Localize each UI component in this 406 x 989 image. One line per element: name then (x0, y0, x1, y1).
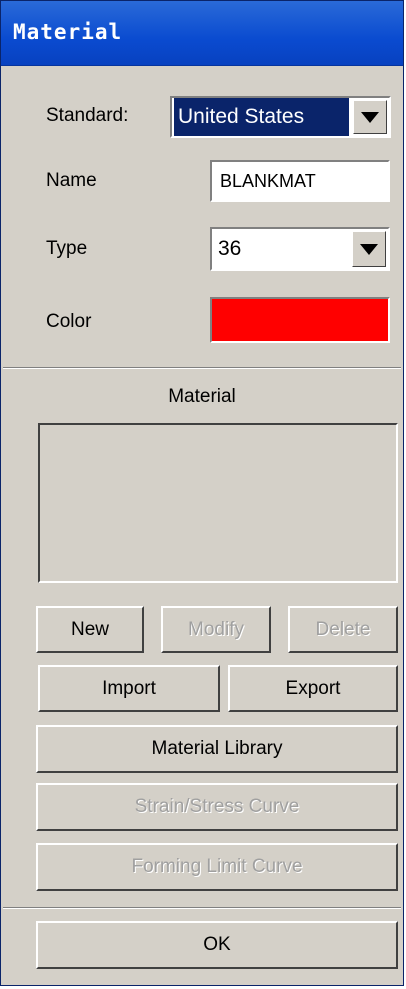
forming-limit-curve-button[interactable]: Forming Limit Curve (36, 843, 398, 891)
export-button[interactable]: Export (228, 665, 398, 712)
new-button[interactable]: New (36, 606, 144, 653)
separator (3, 907, 401, 909)
type-label: Type (46, 238, 88, 259)
type-value: 36 (218, 237, 242, 260)
window-title: Material (13, 20, 123, 44)
title-bar[interactable]: Material (1, 1, 403, 66)
name-input[interactable]: BLANKMAT (210, 160, 390, 202)
standard-value: United States (174, 98, 349, 136)
color-label: Color (46, 311, 92, 332)
import-button[interactable]: Import (38, 665, 220, 712)
standard-dropdown[interactable]: United States (170, 96, 391, 138)
material-section-label: Material (168, 386, 236, 407)
strain-stress-curve-button[interactable]: Strain/Stress Curve (36, 783, 398, 831)
type-dropdown[interactable]: 36 (210, 227, 390, 271)
standard-dropdown-arrow[interactable] (353, 100, 387, 134)
material-library-button[interactable]: Material Library (36, 725, 398, 773)
chevron-down-icon (360, 243, 378, 255)
color-swatch[interactable] (210, 297, 390, 343)
modify-button[interactable]: Modify (161, 606, 271, 653)
chevron-down-icon (361, 111, 379, 123)
ok-button[interactable]: OK (36, 921, 398, 969)
standard-label: Standard: (46, 105, 129, 126)
material-listbox[interactable] (38, 423, 398, 583)
delete-button[interactable]: Delete (288, 606, 398, 653)
separator (3, 367, 401, 369)
name-label: Name (46, 170, 97, 191)
type-dropdown-arrow[interactable] (352, 231, 386, 267)
material-dialog: Material Standard: United States Name BL… (0, 0, 404, 986)
